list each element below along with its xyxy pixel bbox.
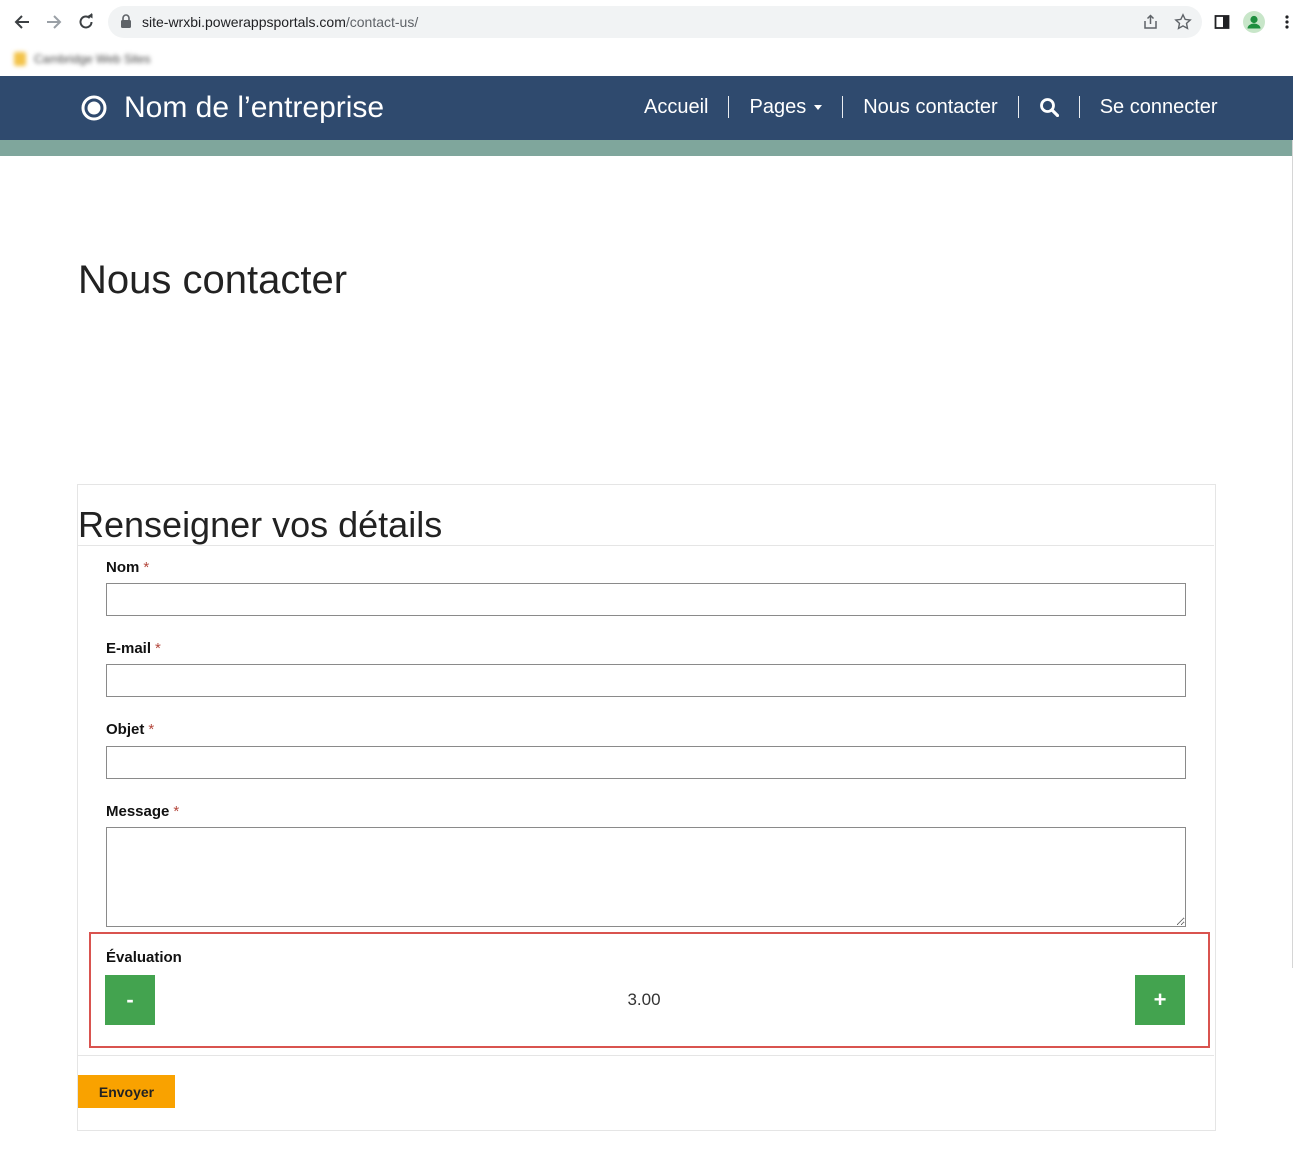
search-icon bbox=[1039, 98, 1059, 117]
form-section-title: Renseigner vos détails bbox=[78, 504, 443, 545]
lock-icon[interactable] bbox=[120, 14, 132, 33]
subject-label-text: Objet bbox=[106, 721, 145, 738]
profile-icon[interactable] bbox=[1243, 11, 1265, 33]
nav-divider bbox=[842, 96, 844, 118]
caret-down-icon bbox=[814, 104, 823, 110]
bookmark-label: Cambridge Web Sites bbox=[34, 52, 151, 66]
nav-contact[interactable]: Nous contacter bbox=[843, 92, 1018, 122]
nav-divider bbox=[1078, 96, 1080, 118]
message-textarea[interactable] bbox=[106, 827, 1186, 927]
nav-signin[interactable]: Se connecter bbox=[1080, 92, 1238, 122]
menu-dots-icon[interactable] bbox=[1276, 11, 1293, 33]
name-input[interactable] bbox=[106, 583, 1186, 616]
brand-link[interactable]: Nom de l’entreprise bbox=[80, 90, 384, 126]
page-title: Nous contacter bbox=[78, 258, 348, 302]
back-icon[interactable] bbox=[10, 10, 34, 34]
browser-toolbar: site-wrxbi.powerappsportals.com/contact-… bbox=[0, 0, 1293, 44]
site-header: Nom de l’entreprise Accueil Pages Nous c… bbox=[0, 76, 1293, 140]
share-icon[interactable] bbox=[1142, 13, 1160, 31]
message-label-text: Message bbox=[106, 803, 170, 820]
submit-button[interactable]: Envoyer bbox=[78, 1075, 175, 1108]
url-host: site-wrxbi.powerappsportals.com bbox=[142, 14, 346, 30]
required-marker: * bbox=[148, 721, 155, 738]
forward-icon[interactable] bbox=[42, 10, 66, 34]
actions-divider bbox=[78, 1055, 1214, 1056]
section-divider bbox=[78, 545, 1214, 546]
nav-pages-label: Pages bbox=[749, 96, 807, 118]
message-label: Message * bbox=[106, 803, 179, 820]
nav-divider bbox=[1017, 96, 1019, 118]
nav-pages-dropdown[interactable]: Pages bbox=[729, 92, 842, 122]
side-panel-icon[interactable] bbox=[1211, 11, 1233, 33]
nav-home[interactable]: Accueil bbox=[624, 92, 728, 122]
required-marker: * bbox=[173, 803, 180, 820]
brand-name: Nom de l’entreprise bbox=[124, 91, 385, 124]
email-input[interactable] bbox=[106, 664, 1186, 697]
nav-divider bbox=[728, 96, 730, 118]
url-path: /contact-us/ bbox=[345, 14, 419, 30]
subject-input[interactable] bbox=[106, 746, 1186, 779]
address-bar[interactable]: site-wrxbi.powerappsportals.com/contact-… bbox=[108, 6, 1202, 38]
rating-decrement-button[interactable]: - bbox=[105, 975, 155, 1025]
star-icon[interactable] bbox=[1174, 13, 1192, 31]
email-label-text: E-mail bbox=[106, 640, 152, 657]
reload-icon[interactable] bbox=[74, 10, 98, 34]
rating-value: 3.00 bbox=[627, 990, 661, 1009]
rating-label: Évaluation bbox=[106, 949, 182, 966]
name-label: Nom * bbox=[106, 559, 149, 576]
brand-logo-icon bbox=[81, 95, 107, 121]
search-button[interactable] bbox=[1019, 97, 1079, 117]
url-text[interactable]: site-wrxbi.powerappsportals.com/contact-… bbox=[142, 14, 418, 30]
required-marker: * bbox=[143, 559, 150, 576]
name-label-text: Nom bbox=[106, 559, 140, 576]
rating-increment-button[interactable]: + bbox=[1135, 975, 1185, 1025]
email-label: E-mail * bbox=[106, 640, 161, 657]
top-navigation: Accueil Pages Nous contacter Se connecte… bbox=[624, 92, 1238, 122]
required-marker: * bbox=[155, 640, 161, 657]
folder-icon bbox=[14, 52, 26, 66]
bookmark-item[interactable]: Cambridge Web Sites bbox=[14, 52, 151, 66]
header-accent-strip bbox=[0, 140, 1293, 156]
bookmarks-bar: Cambridge Web Sites bbox=[0, 44, 1293, 76]
subject-label: Objet * bbox=[106, 721, 154, 738]
